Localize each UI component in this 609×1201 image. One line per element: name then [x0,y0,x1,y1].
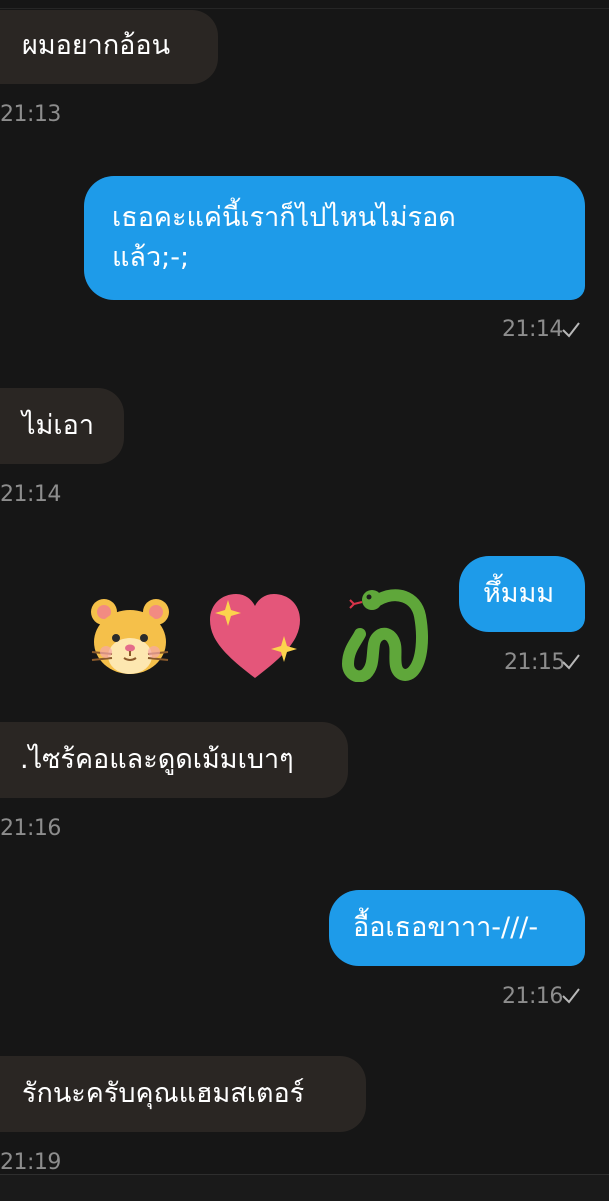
sent-check-icon [562,654,580,670]
message-text: .ไซร้คอและดูดเม้มเบาๆ [20,744,294,775]
message-text-line: แล้ว;-; [112,242,190,273]
sent-check-icon [562,988,580,1004]
hamster-face-icon [91,599,169,674]
incoming-message-bubble[interactable]: ไม่เอา [0,388,124,464]
message-text: หึ้มมม [483,578,555,609]
message-timestamp: 21:15 [504,650,565,675]
incoming-message-bubble[interactable]: รักนะครับคุณแฮมสเตอร์ [0,1056,366,1132]
message-text: ไม่เอา [22,410,94,441]
sparkling-heart-icon [210,594,300,678]
incoming-message-bubble[interactable]: .ไซร้คอและดูดเม้มเบาๆ [0,722,348,798]
message-timestamp: 21:13 [0,102,61,127]
message-text: ผมอยากอ้อน [22,30,171,61]
message-composer[interactable] [0,1174,609,1201]
outgoing-message-bubble[interactable]: อื้อเธอขาาา-///- [329,890,585,966]
message-timestamp: 21:14 [0,482,61,507]
outgoing-message-bubble[interactable]: หึ้มมม [459,556,585,632]
top-divider [0,8,609,9]
message-text-line: เธอคะแค่นี้เราก็ไปไหนไม่รอด [112,202,456,233]
message-timestamp: 21:16 [502,984,563,1009]
incoming-message-bubble[interactable]: ผมอยากอ้อน [0,10,218,84]
message-timestamp: 21:16 [0,816,61,841]
message-text: รักนะครับคุณแฮมสเตอร์ [22,1078,305,1109]
message-text: อื้อเธอขาาา-///- [353,912,539,943]
snake-icon [342,589,428,682]
message-timestamp: 21:19 [0,1150,61,1175]
outgoing-message-bubble[interactable]: เธอคะแค่นี้เราก็ไปไหนไม่รอด แล้ว;-; [84,176,585,300]
message-timestamp: 21:14 [502,317,563,342]
sent-check-icon [562,322,580,338]
